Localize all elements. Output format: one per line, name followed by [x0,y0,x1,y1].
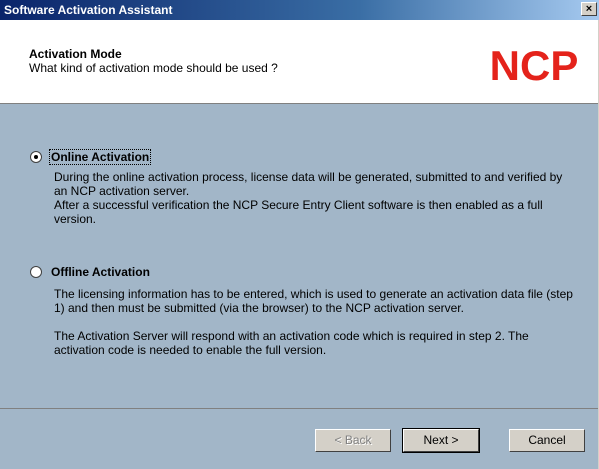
online-description-line-1: During the online activation process, li… [54,170,563,198]
offline-activation-description: The licensing information has to be ente… [54,287,574,357]
online-activation-option[interactable]: Online Activation [30,149,152,165]
title-bar[interactable]: Software Activation Assistant × [0,0,599,20]
offline-description-para-2: The Activation Server will respond with … [54,329,529,357]
wizard-button-bar: < Back Next > Cancel [0,408,598,469]
next-button[interactable]: Next > [402,428,480,453]
online-activation-radio[interactable] [30,151,42,163]
page-title: Activation Mode [29,47,122,61]
activation-mode-panel: Online Activation During the online acti… [0,104,598,408]
radio-selected-dot [34,155,38,159]
page-subtitle: What kind of activation mode should be u… [29,61,278,75]
cancel-button[interactable]: Cancel [509,429,585,452]
window-title: Software Activation Assistant [4,3,173,17]
offline-activation-radio[interactable] [30,266,42,278]
ncp-logo-text: NCP [490,42,579,86]
activation-wizard-window: Software Activation Assistant × Activati… [0,0,599,469]
online-description-line-2: After a successful verification the NCP … [54,198,543,226]
offline-activation-label[interactable]: Offline Activation [50,265,151,279]
back-button[interactable]: < Back [315,429,391,452]
offline-description-para-1: The licensing information has to be ente… [54,287,573,315]
close-button[interactable]: × [581,2,597,16]
ncp-logo: NCP [490,42,579,86]
offline-activation-option[interactable]: Offline Activation [30,265,151,279]
online-activation-description: During the online activation process, li… [54,170,574,226]
online-activation-label[interactable]: Online Activation [48,149,152,165]
wizard-header: Activation Mode What kind of activation … [0,20,598,104]
